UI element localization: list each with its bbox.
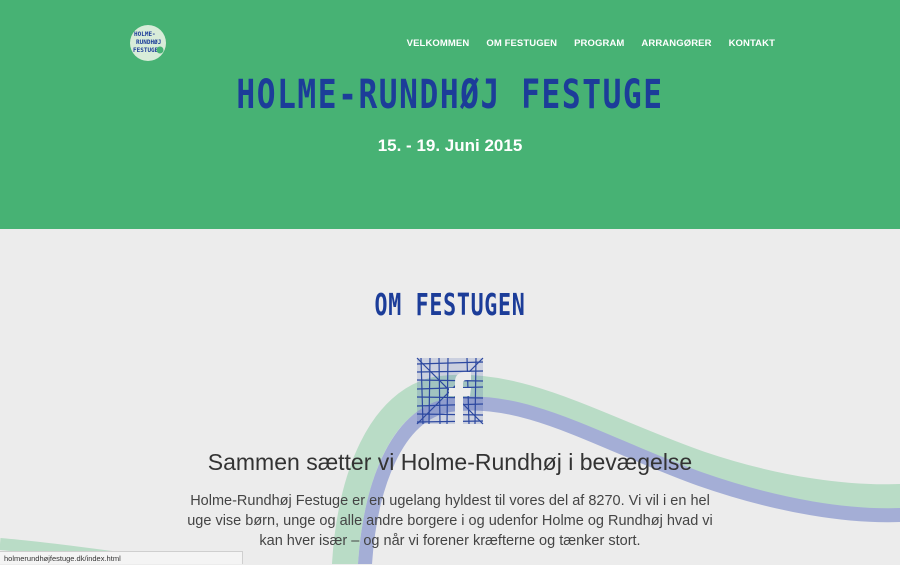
nav-item-arrangorer[interactable]: ARRANGØRER [641, 38, 711, 49]
logo-text-2: RUNDHØJ [136, 39, 161, 46]
logo-graphic: HOLME- RUNDHØJ FESTUGE [133, 31, 164, 54]
festival-logo[interactable]: HOLME- RUNDHØJ FESTUGE [130, 25, 166, 61]
hero-date: 15. - 19. Juni 2015 [377, 136, 523, 155]
nav-item-program[interactable]: PROGRAM [574, 38, 624, 49]
status-bar-url: holmerundhøjfestuge.dk/index.html [0, 551, 243, 564]
logo-text-1: HOLME- [134, 31, 156, 38]
section-title: OM FESTUGEN [374, 288, 526, 323]
logo-text-3: FESTUGE [133, 47, 159, 54]
nav-item-kontakt[interactable]: KONTAKT [729, 38, 775, 49]
section-body: Holme-Rundhøj Festuge er en ugelang hyld… [187, 493, 713, 549]
facebook-icon[interactable] [415, 356, 485, 426]
hero-title: HOLME-RUNDHØJ FESTUGE [236, 72, 664, 118]
hero-header: HOLME- RUNDHØJ FESTUGE VELKOMMEN OM FEST… [0, 0, 900, 229]
nav-item-om-festugen[interactable]: OM FESTUGEN [486, 38, 557, 49]
section-headline: Sammen sætter vi Holme-Rundhøj i bevægel… [207, 449, 693, 475]
nav-item-velkommen[interactable]: VELKOMMEN [407, 38, 470, 49]
main-nav: VELKOMMEN OM FESTUGEN PROGRAM ARRANGØRER… [407, 38, 775, 49]
